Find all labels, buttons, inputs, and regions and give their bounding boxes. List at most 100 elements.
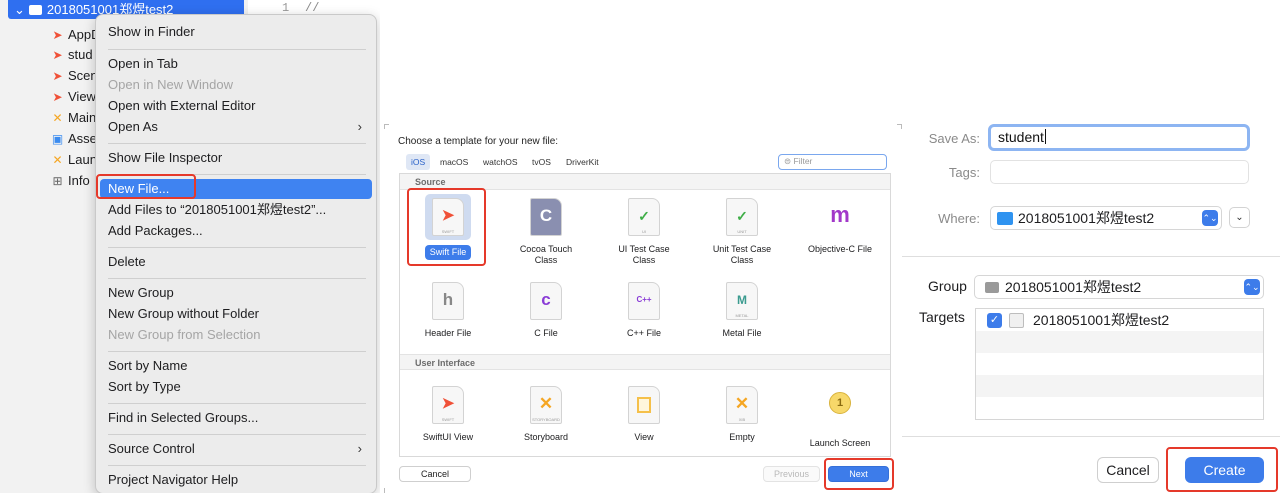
menu-item-add-files[interactable]: Add Files to “2018051001郑煜test2”... <box>108 200 370 220</box>
navigator-item[interactable]: ➤ View <box>50 87 95 107</box>
tab-driverkit[interactable]: DriverKit <box>566 154 599 170</box>
highlight-box-next <box>824 458 894 490</box>
menu-item-source-control[interactable]: Source Control › <box>108 439 370 459</box>
storyboard-icon: ✕ STORYBOARD <box>530 386 562 424</box>
dialog-separator <box>902 436 1280 437</box>
storyboard-icon: ✕ <box>52 111 63 125</box>
navigator-item-label: Info <box>68 173 90 188</box>
menu-separator <box>108 434 366 435</box>
menu-item-new-group-from-selection: New Group from Selection <box>108 327 261 342</box>
unit-test-case-icon: ✓ UNIT <box>726 198 758 236</box>
target-name: 2018051001郑煜test2 <box>1033 312 1170 328</box>
tags-field[interactable] <box>990 160 1249 184</box>
ui-test-case-icon: ✓ UI <box>628 198 660 236</box>
navigator-item-label: Asse <box>68 131 97 146</box>
menu-item-add-packages[interactable]: Add Packages... <box>108 221 370 241</box>
menu-item-open-in-tab[interactable]: Open in Tab <box>108 54 370 74</box>
template-label: C File <box>534 328 558 338</box>
target-row[interactable]: ✓ 2018051001郑煜test2 <box>976 309 1263 331</box>
template-metal-file[interactable]: M METAL Metal File <box>694 282 790 339</box>
asset-catalog-icon: ▣ <box>51 132 64 146</box>
tab-macos[interactable]: macOS <box>440 154 468 170</box>
template-view[interactable]: View <box>596 386 692 443</box>
icon-glyph: ✓ <box>736 208 748 224</box>
c-file-icon: c <box>530 282 562 320</box>
tab-watchos[interactable]: watchOS <box>483 154 518 170</box>
group-label: Group <box>928 278 967 294</box>
launch-screen-icon: 1 <box>824 392 856 430</box>
icon-caption: XIB <box>738 417 746 422</box>
highlight-box-create <box>1166 447 1278 492</box>
template-unit-test-case-class[interactable]: ✓ UNIT Unit Test Case Class <box>694 198 790 266</box>
template-storyboard[interactable]: ✕ STORYBOARD Storyboard <box>498 386 594 443</box>
folder-icon <box>28 5 42 15</box>
menu-item-open-as[interactable]: Open As › <box>108 117 370 137</box>
dialog-corner <box>384 124 389 129</box>
cancel-button[interactable]: Cancel <box>399 466 471 482</box>
template-cpp-file[interactable]: C++ C++ File <box>596 282 692 339</box>
navigator-item[interactable]: ✕ Laun <box>50 150 96 170</box>
template-objective-c-file[interactable]: m Objective-C File <box>792 198 888 255</box>
previous-button: Previous <box>763 466 820 482</box>
dialog-corner <box>384 488 389 493</box>
template-label: Header File <box>424 328 472 338</box>
template-label: Objective-C File <box>807 244 872 254</box>
navigator-item[interactable]: ✕ Main <box>50 108 96 128</box>
navigator-item[interactable]: ➤ AppD <box>50 25 100 45</box>
template-label: Unit Test Case Class <box>712 244 772 265</box>
template-ui-test-case-class[interactable]: ✓ UI UI Test Case Class <box>596 198 692 266</box>
template-launch-screen[interactable]: 1 Launch Screen <box>792 386 888 449</box>
navigator-item[interactable]: ⊞ Info <box>50 171 90 191</box>
template-label: View <box>634 432 654 442</box>
swift-file-icon: ➤ <box>52 90 63 104</box>
tags-label: Tags: <box>948 165 980 180</box>
navigator-item-label: stud <box>68 47 93 62</box>
save-as-field[interactable]: student <box>988 124 1250 151</box>
menu-item-delete[interactable]: Delete <box>108 252 370 272</box>
menu-item-sort-by-type[interactable]: Sort by Type <box>108 377 370 397</box>
icon-caption: METAL <box>735 313 749 318</box>
menu-item-show-file-inspector[interactable]: Show File Inspector <box>108 148 370 168</box>
template-label: Launch Screen <box>809 438 871 448</box>
filter-icon: ⊜ <box>784 156 792 166</box>
navigator-item[interactable]: ➤ stud <box>50 45 93 65</box>
context-menu: Show in Finder Open in Tab Open in New W… <box>95 14 377 493</box>
plist-table-icon: ⊞ <box>52 174 63 188</box>
menu-item-show-in-finder[interactable]: Show in Finder <box>108 22 370 42</box>
group-popup[interactable]: 2018051001郑煜test2 ⌃⌄ <box>974 275 1264 299</box>
navigator-item[interactable]: ▣ Asse <box>50 129 97 149</box>
expand-chevron-icon[interactable]: ⌄ <box>1229 207 1250 228</box>
menu-item-open-with-external-editor[interactable]: Open with External Editor <box>108 96 370 116</box>
tab-ios[interactable]: iOS <box>406 154 431 170</box>
target-checkbox[interactable]: ✓ <box>987 313 1002 328</box>
dialog-corner <box>897 124 902 129</box>
disclosure-chevron-icon[interactable]: ⌄ <box>14 2 25 17</box>
template-label: UI Test Case Class <box>618 244 670 265</box>
folder-icon <box>985 282 999 293</box>
cancel-button[interactable]: Cancel <box>1097 457 1159 483</box>
template-header-file[interactable]: h Header File <box>400 282 496 339</box>
list-row-empty <box>976 375 1263 397</box>
template-swiftui-view[interactable]: ➤ SWIFT SwiftUI View <box>400 386 496 443</box>
icon-caption: UI <box>642 229 646 234</box>
targets-label: Targets <box>919 309 965 325</box>
view-frame-icon <box>637 397 651 413</box>
menu-item-project-navigator-help[interactable]: Project Navigator Help <box>108 470 370 490</box>
icon-caption: UNIT <box>737 229 747 234</box>
objective-c-icon: m <box>830 202 850 227</box>
where-popup[interactable]: 2018051001郑煜test2 ⌃⌄ <box>990 206 1222 230</box>
metal-file-icon: M METAL <box>726 282 758 320</box>
template-empty[interactable]: ✕ XIB Empty <box>694 386 790 443</box>
filter-field[interactable]: ⊜ Filter <box>778 154 887 170</box>
menu-item-find-in-selected-groups[interactable]: Find in Selected Groups... <box>108 408 370 428</box>
navigator-item[interactable]: ➤ Scen <box>50 66 97 86</box>
tab-tvos[interactable]: tvOS <box>532 154 551 170</box>
menu-item-new-group-without-folder[interactable]: New Group without Folder <box>108 304 370 324</box>
save-as-value: student <box>998 129 1044 145</box>
section-header-user-interface: User Interface <box>400 354 890 370</box>
highlight-box-swift-file <box>407 188 486 266</box>
template-c-file[interactable]: c C File <box>498 282 594 339</box>
template-cocoa-touch-class[interactable]: C Cocoa Touch Class <box>498 198 594 266</box>
menu-item-new-group[interactable]: New Group <box>108 283 370 303</box>
menu-item-sort-by-name[interactable]: Sort by Name <box>108 356 370 376</box>
